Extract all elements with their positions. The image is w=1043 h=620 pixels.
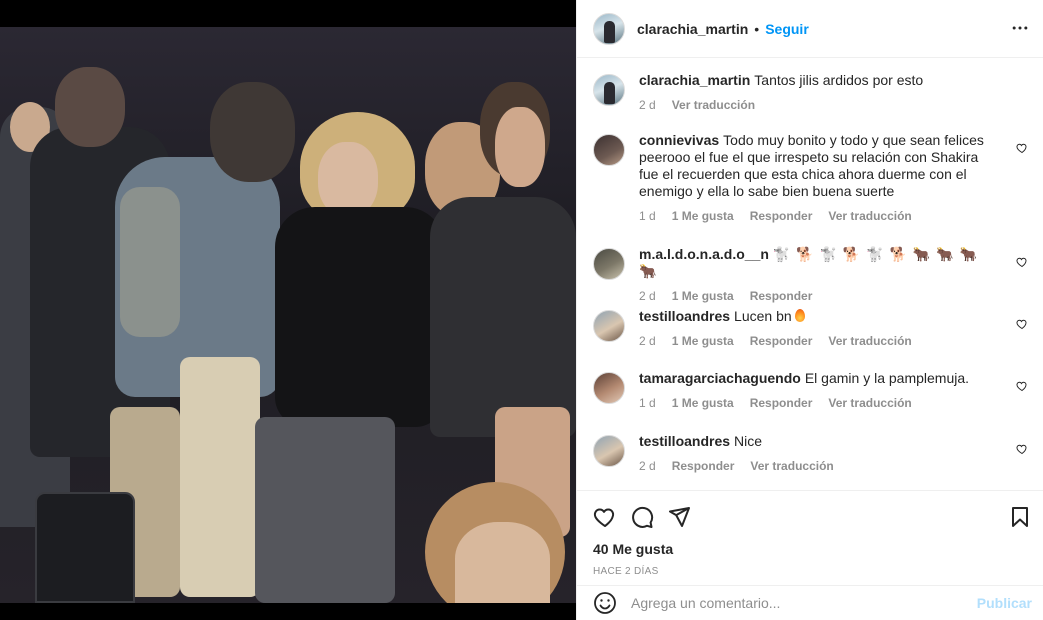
comment-time[interactable]: 1 d — [639, 396, 656, 410]
comment-text-line: m.a.l.d.o.n.a.d.o__n 🐩 🐕 🐩 🐕 🐩 🐕 🐂 🐂 🐂 🐂 — [639, 246, 999, 280]
caption-meta: 2 d Ver traducción — [639, 98, 999, 112]
reply-button[interactable]: Responder — [750, 396, 813, 410]
caption-avatar[interactable] — [593, 74, 625, 106]
comment-time[interactable]: 1 d — [639, 209, 656, 223]
emoji-smile-icon[interactable] — [593, 591, 617, 615]
like-comment-heart-icon[interactable] — [1016, 443, 1028, 455]
comment-item: testilloandres Nice 2 d Responder Ver tra… — [593, 433, 1028, 473]
add-comment-bar: Publicar — [577, 585, 1043, 620]
post-header: clarachia_martin • Seguir — [577, 0, 1043, 58]
bookmark-icon[interactable] — [1008, 505, 1032, 529]
comment-input[interactable] — [631, 595, 961, 611]
comment-item: connievivas Todo muy bonito y todo y que … — [593, 132, 1028, 223]
translate-link[interactable]: Ver traducción — [828, 334, 911, 348]
likes-count[interactable]: 40 Me gusta — [593, 541, 673, 557]
comment-meta: 2 d Responder Ver traducción — [639, 459, 999, 473]
separator-dot: • — [754, 20, 760, 37]
owner-username[interactable]: clarachia_martin — [637, 21, 748, 37]
commenter-avatar[interactable] — [593, 372, 625, 404]
post-photo[interactable] — [0, 27, 576, 603]
reply-button[interactable]: Responder — [750, 334, 813, 348]
post-actions-bar — [577, 490, 1043, 542]
post-date[interactable]: HACE 2 DÍAS — [593, 566, 659, 577]
more-horizontal-icon[interactable] — [1010, 18, 1030, 38]
comment-text: El gamin y la pamplemuja. — [804, 370, 970, 386]
comment-likes[interactable]: 1 Me gusta — [672, 209, 734, 223]
comment-likes[interactable]: 1 Me gusta — [672, 396, 734, 410]
reply-button[interactable]: Responder — [750, 289, 813, 303]
commenter-avatar[interactable] — [593, 310, 625, 342]
like-comment-heart-icon[interactable] — [1016, 256, 1028, 268]
comment-meta: 2 d 1 Me gusta Responder — [639, 289, 999, 303]
comment-text: Nice — [734, 433, 763, 449]
comment-username[interactable]: testilloandres — [639, 308, 730, 324]
instagram-post: clarachia_martin • Seguir clarachia_mart… — [0, 0, 1043, 620]
comment-time[interactable]: 2 d — [639, 459, 656, 473]
share-icon[interactable] — [667, 505, 691, 529]
owner-avatar[interactable] — [593, 12, 625, 45]
comment-time[interactable]: 2 d — [639, 289, 656, 303]
comment-username[interactable]: m.a.l.d.o.n.a.d.o__n — [639, 246, 769, 262]
caption-text: Tantos jilis ardidos por esto — [754, 72, 924, 88]
post-media[interactable] — [0, 0, 576, 620]
follow-button[interactable]: Seguir — [765, 21, 809, 37]
caption-username[interactable]: clarachia_martin — [639, 72, 750, 88]
comment-text: Lucen bn — [734, 308, 792, 324]
comment-meta: 1 d 1 Me gusta Responder Ver traducción — [639, 396, 999, 410]
comment-likes[interactable]: 1 Me gusta — [672, 289, 734, 303]
comments-list[interactable]: clarachia_martin Tantos jilis ardidos por… — [577, 58, 1043, 490]
translate-link[interactable]: Ver traducción — [828, 209, 911, 223]
reply-button[interactable]: Responder — [672, 459, 735, 473]
comment-text-line: testilloandres Lucen bn — [639, 308, 999, 325]
commenter-avatar[interactable] — [593, 248, 625, 280]
comment-item: tamaragarciachaguendo El gamin y la pampl… — [593, 370, 1028, 410]
comment-text-line: connievivas Todo muy bonito y todo y que … — [639, 132, 999, 200]
comment-likes[interactable]: 1 Me gusta — [672, 334, 734, 348]
comment-meta: 2 d 1 Me gusta Responder Ver traducción — [639, 334, 999, 348]
comment-time[interactable]: 2 d — [639, 334, 656, 348]
translate-link[interactable]: Ver traducción — [750, 459, 833, 473]
translate-link[interactable]: Ver traducción — [828, 396, 911, 410]
commenter-avatar[interactable] — [593, 435, 625, 467]
publish-button[interactable]: Publicar — [977, 595, 1032, 611]
comment-meta: 1 d 1 Me gusta Responder Ver traducción — [639, 209, 999, 223]
comment-icon[interactable] — [630, 505, 654, 529]
post-side-panel: clarachia_martin • Seguir clarachia_mart… — [576, 0, 1043, 620]
caption-text-line: clarachia_martin Tantos jilis ardidos por… — [639, 72, 999, 89]
comment-item: m.a.l.d.o.n.a.d.o__n 🐩 🐕 🐩 🐕 🐩 🐕 🐂 🐂 🐂 🐂 … — [593, 246, 1028, 303]
commenter-avatar[interactable] — [593, 134, 625, 166]
comment-username[interactable]: connievivas — [639, 132, 719, 148]
fire-emoji-icon — [794, 309, 805, 322]
comment-item: testilloandres Lucen bn 2 d 1 Me gusta Re… — [593, 308, 1028, 348]
post-caption: clarachia_martin Tantos jilis ardidos por… — [593, 72, 1028, 112]
caption-time[interactable]: 2 d — [639, 98, 656, 112]
heart-icon[interactable] — [593, 505, 617, 529]
comment-text-line: testilloandres Nice — [639, 433, 999, 450]
comment-username[interactable]: testilloandres — [639, 433, 730, 449]
comment-username[interactable]: tamaragarciachaguendo — [639, 370, 801, 386]
like-comment-heart-icon[interactable] — [1016, 142, 1028, 154]
translate-link[interactable]: Ver traducción — [672, 98, 755, 112]
reply-button[interactable]: Responder — [750, 209, 813, 223]
like-comment-heart-icon[interactable] — [1016, 318, 1028, 330]
comment-text-line: tamaragarciachaguendo El gamin y la pampl… — [639, 370, 999, 387]
like-comment-heart-icon[interactable] — [1016, 380, 1028, 392]
